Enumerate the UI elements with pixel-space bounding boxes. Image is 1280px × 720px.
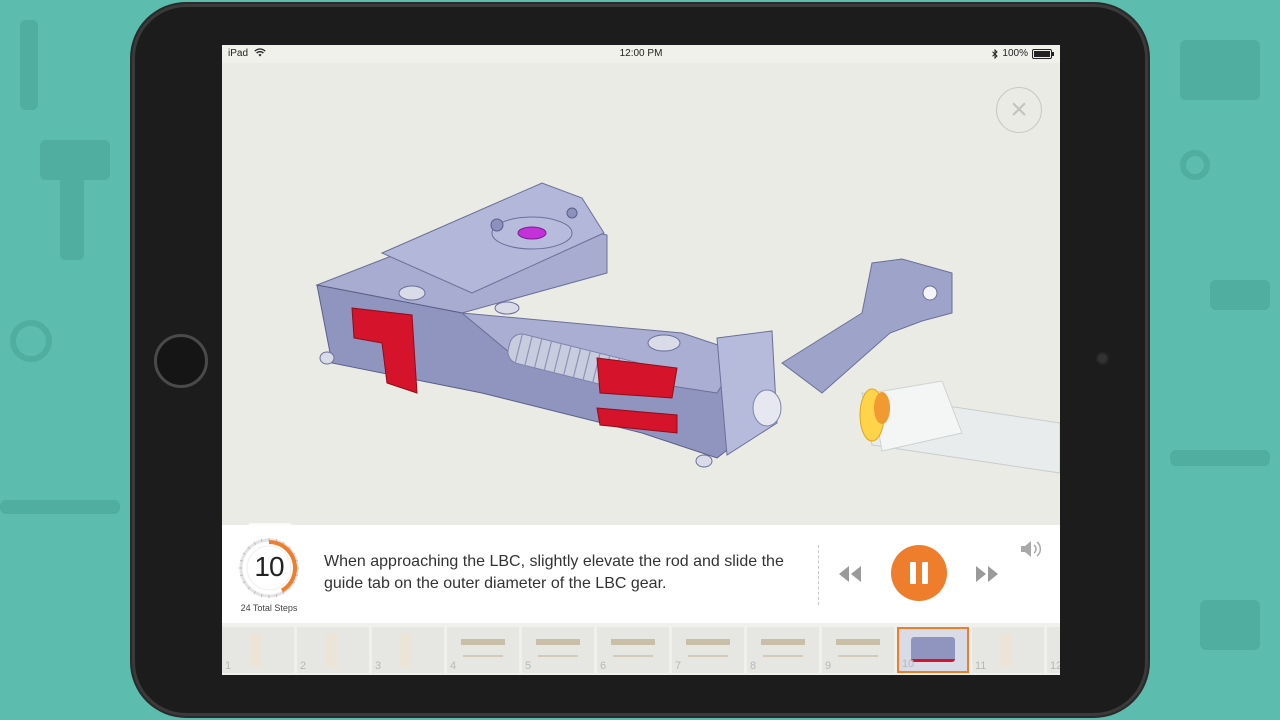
thumbnail-preview <box>911 637 955 662</box>
thumbnail-step-number: 4 <box>450 660 457 672</box>
thumbnail-step-number: 6 <box>600 660 607 672</box>
thumbnail-preview <box>611 639 655 645</box>
step-thumbnail[interactable]: 12 <box>1047 627 1060 673</box>
screwdriver-silhouette <box>1170 450 1270 466</box>
close-icon: × <box>1010 93 1028 126</box>
thumbnail-step-number: 9 <box>825 660 832 672</box>
thumbnail-preview <box>400 633 412 667</box>
thumbnail-preview <box>761 639 805 645</box>
step-thumbnail[interactable]: 7 <box>672 627 744 673</box>
panel-divider <box>818 545 819 605</box>
thumbnail-step-number: 10 <box>902 658 915 670</box>
step-thumbnail[interactable]: 1 <box>222 627 294 673</box>
hammer-silhouette <box>1180 40 1260 100</box>
current-step-number: 10 <box>254 551 284 582</box>
fast-forward-icon <box>976 566 998 582</box>
guide-bracket <box>781 258 953 394</box>
pause-icon-bar <box>922 562 928 584</box>
volume-button[interactable] <box>1019 539 1047 559</box>
drill-handle-silhouette <box>60 170 84 260</box>
step-thumbnail[interactable]: 2 <box>297 627 369 673</box>
thumbnail-preview <box>686 639 730 645</box>
step-thumbnail[interactable]: 8 <box>747 627 819 673</box>
fast-forward-button[interactable] <box>972 563 1002 585</box>
tape-silhouette <box>1200 600 1260 650</box>
app-screen: iPad 12:00 PM 100% × 10 24 Total Steps W… <box>222 45 1060 675</box>
rod <box>859 380 1060 474</box>
status-time: 12:00 PM <box>619 48 663 59</box>
rewind-button[interactable] <box>835 563 865 585</box>
step-thumbnail[interactable]: 4 <box>447 627 519 673</box>
nut-silhouette <box>1180 150 1210 180</box>
scissor-ring-silhouette <box>10 320 52 362</box>
thumbnail-preview <box>325 633 337 667</box>
rewind-icon <box>839 566 861 582</box>
thumbnail-preview <box>461 639 505 645</box>
thumbnail-preview <box>250 633 262 667</box>
thumbnail-step-number: 3 <box>375 660 382 672</box>
thumbnail-preview <box>1000 633 1012 667</box>
status-right: 100% <box>992 48 1054 59</box>
step-thumbnail-strip[interactable]: 1 2 3 4 5 6 7 8 9 10 11 12 <box>222 625 1060 675</box>
mechanism-3d-model <box>315 182 1060 474</box>
home-button[interactable] <box>154 334 208 388</box>
status-bar: iPad 12:00 PM 100% <box>222 45 1060 63</box>
thumbnail-step-number: 1 <box>225 660 232 672</box>
clamp-silhouette <box>1210 280 1270 310</box>
battery-icon <box>1032 48 1054 59</box>
step-thumbnail[interactable]: 11 <box>972 627 1044 673</box>
lbc-housing <box>315 182 782 468</box>
step-thumbnail[interactable]: 3 <box>372 627 444 673</box>
3d-model-viewport[interactable]: × <box>222 63 1060 543</box>
saw-silhouette <box>0 500 120 514</box>
step-thumbnail[interactable]: 10 <box>897 627 969 673</box>
thumbnail-step-number: 5 <box>525 660 532 672</box>
camera-icon <box>1098 354 1107 363</box>
step-thumbnail[interactable]: 5 <box>522 627 594 673</box>
step-thumbnail[interactable]: 6 <box>597 627 669 673</box>
instruction-text: When approaching the LBC, slightly eleva… <box>324 553 784 592</box>
step-thumbnail[interactable]: 9 <box>822 627 894 673</box>
thumbnail-step-number: 12 <box>1050 660 1060 672</box>
thumbnail-step-number: 7 <box>675 660 682 672</box>
thumbnail-step-number: 2 <box>300 660 307 672</box>
total-steps-label: 24 Total Steps <box>240 603 298 613</box>
pause-icon <box>910 562 916 584</box>
volume-icon <box>1021 541 1042 557</box>
wrench-silhouette <box>20 20 38 110</box>
step-counter: 10 24 Total Steps <box>236 537 302 621</box>
thumbnail-step-number: 8 <box>750 660 757 672</box>
pause-button[interactable] <box>891 545 947 601</box>
thumbnail-preview <box>836 639 880 645</box>
thumbnail-step-number: 11 <box>975 660 987 672</box>
bluetooth-icon <box>992 48 999 59</box>
close-button[interactable]: × <box>996 87 1042 133</box>
instruction-panel: 10 24 Total Steps When approaching the L… <box>222 525 1060 623</box>
thumbnail-preview <box>536 639 580 645</box>
battery-percent: 100% <box>1002 48 1028 59</box>
